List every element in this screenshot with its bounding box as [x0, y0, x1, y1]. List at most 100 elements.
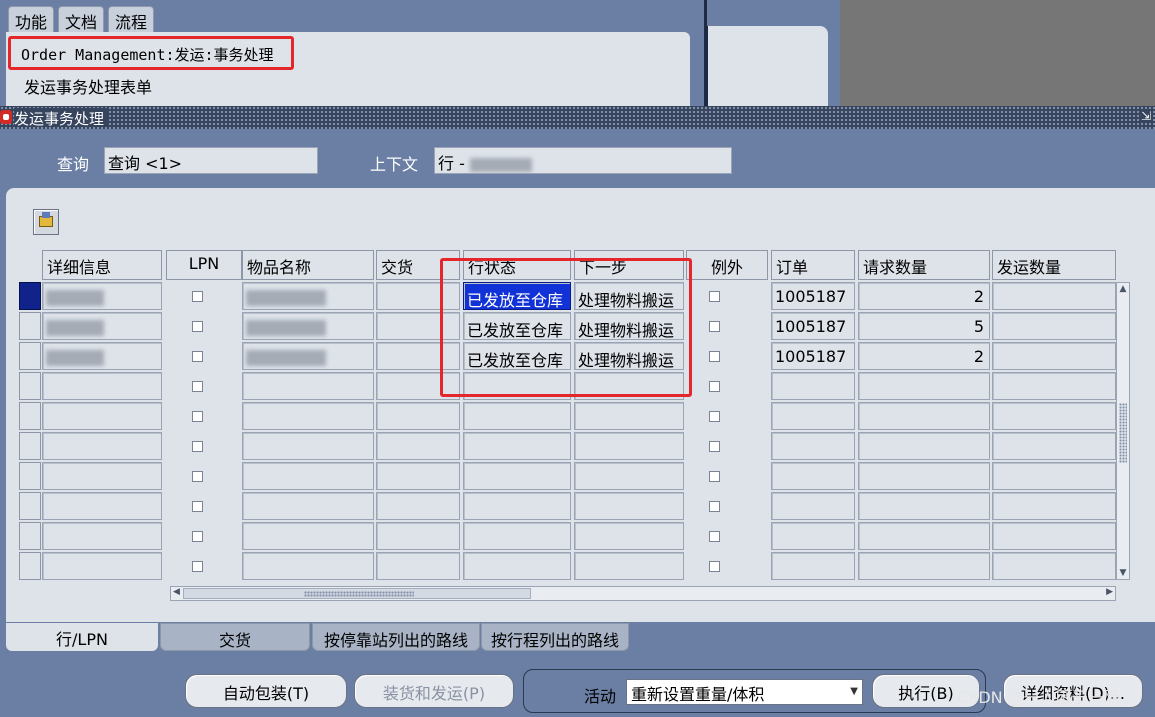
cell-status[interactable] [463, 432, 571, 460]
col-header-exception[interactable]: 例外 [686, 250, 768, 280]
lpn-checkbox[interactable] [192, 501, 203, 512]
resize-icon[interactable]: ⇲ [1140, 109, 1151, 123]
cell-details[interactable] [42, 312, 162, 340]
scroll-right-icon[interactable]: ▶ [1106, 587, 1113, 597]
tab-functions[interactable]: 功能 [8, 6, 55, 32]
exception-checkbox[interactable] [709, 411, 720, 422]
cell-next[interactable] [574, 462, 684, 490]
title-bar[interactable]: 发运事务处理 ⇲ [0, 106, 1155, 129]
row-selector[interactable] [19, 492, 41, 520]
cell-qty[interactable]: 5 [858, 312, 990, 340]
open-folder-button[interactable] [33, 209, 59, 235]
cell-qty[interactable] [858, 522, 990, 550]
cell-status[interactable] [463, 552, 571, 580]
cell-qty[interactable] [858, 462, 990, 490]
row-selector[interactable] [19, 462, 41, 490]
cell-delivery[interactable] [376, 432, 460, 460]
cell-next[interactable] [574, 522, 684, 550]
vertical-scrollbar[interactable]: ▲ ▼ [1116, 282, 1130, 580]
lpn-checkbox[interactable] [192, 291, 203, 302]
tab-route-by-stop[interactable]: 按停靠站列出的路线 [312, 623, 480, 651]
cell-shipqty[interactable] [992, 492, 1116, 520]
cell-shipqty[interactable] [992, 402, 1116, 430]
exception-checkbox[interactable] [709, 291, 720, 302]
context-field[interactable]: 行 - [434, 147, 732, 174]
exception-checkbox[interactable] [709, 381, 720, 392]
tab-route-by-trip[interactable]: 按行程列出的路线 [481, 623, 629, 651]
cell-qty[interactable]: 2 [858, 282, 990, 310]
cell-order[interactable]: 1005187 [771, 282, 855, 310]
cell-status[interactable] [463, 492, 571, 520]
cell-details[interactable] [42, 522, 162, 550]
col-header-order[interactable]: 订单 [771, 250, 855, 280]
lpn-checkbox[interactable] [192, 381, 203, 392]
cell-shipqty[interactable] [992, 342, 1116, 370]
exception-checkbox[interactable] [709, 561, 720, 572]
exception-checkbox[interactable] [709, 471, 720, 482]
tab-delivery[interactable]: 交货 [160, 623, 310, 651]
exception-checkbox[interactable] [709, 531, 720, 542]
cell-item[interactable] [242, 432, 374, 460]
col-header-details[interactable]: 详细信息 [42, 250, 162, 280]
cell-shipqty[interactable] [992, 552, 1116, 580]
cell-item[interactable] [242, 492, 374, 520]
cell-status[interactable] [463, 402, 571, 430]
scroll-up-icon[interactable]: ▲ [1118, 284, 1128, 294]
lpn-checkbox[interactable] [192, 351, 203, 362]
tab-lines-lpn[interactable]: 行/LPN [6, 623, 158, 651]
cell-item[interactable] [242, 282, 374, 310]
cell-details[interactable] [42, 342, 162, 370]
cell-details[interactable] [42, 432, 162, 460]
row-selector[interactable] [19, 402, 41, 430]
row-selector[interactable] [19, 372, 41, 400]
horizontal-scrollbar[interactable]: ◀ ▶ [170, 586, 1116, 601]
cell-order[interactable] [771, 402, 855, 430]
exception-checkbox[interactable] [709, 351, 720, 362]
cell-next[interactable] [574, 402, 684, 430]
row-selector[interactable] [19, 312, 41, 340]
cell-order[interactable]: 1005187 [771, 312, 855, 340]
cell-item[interactable] [242, 462, 374, 490]
lpn-checkbox[interactable] [192, 411, 203, 422]
cell-qty[interactable] [858, 432, 990, 460]
cell-item[interactable] [242, 402, 374, 430]
cell-item[interactable] [242, 522, 374, 550]
function-item-shipping-transactions[interactable]: Order Management:发运:事务处理 [8, 36, 294, 70]
row-selector[interactable] [19, 552, 41, 580]
cell-order[interactable] [771, 462, 855, 490]
cell-qty[interactable]: 2 [858, 342, 990, 370]
cell-item[interactable] [242, 552, 374, 580]
col-header-shipped-qty[interactable]: 发运数量 [992, 250, 1116, 280]
cell-next[interactable] [574, 492, 684, 520]
tab-documents[interactable]: 文档 [58, 6, 105, 32]
cell-order[interactable] [771, 522, 855, 550]
col-header-requested-qty[interactable]: 请求数量 [858, 250, 990, 280]
cell-details[interactable] [42, 402, 162, 430]
exception-checkbox[interactable] [709, 321, 720, 332]
lpn-checkbox[interactable] [192, 441, 203, 452]
lpn-checkbox[interactable] [192, 471, 203, 482]
col-header-lpn[interactable]: LPN [166, 250, 242, 280]
cell-shipqty[interactable] [992, 462, 1116, 490]
cell-order[interactable] [771, 492, 855, 520]
cell-order[interactable] [771, 432, 855, 460]
lpn-checkbox[interactable] [192, 531, 203, 542]
cell-status[interactable] [463, 462, 571, 490]
cell-qty[interactable] [858, 402, 990, 430]
activity-select[interactable]: 重新设置重量/体积 ▼ [626, 679, 863, 705]
cell-qty[interactable] [858, 372, 990, 400]
cell-shipqty[interactable] [992, 372, 1116, 400]
cell-status[interactable] [463, 522, 571, 550]
horizontal-scroll-thumb[interactable] [183, 588, 531, 599]
row-selector[interactable] [19, 432, 41, 460]
cell-order[interactable] [771, 372, 855, 400]
scroll-left-icon[interactable]: ◀ [173, 587, 180, 597]
lpn-checkbox[interactable] [192, 321, 203, 332]
chevron-down-icon[interactable]: ▼ [850, 686, 858, 697]
tab-processes[interactable]: 流程 [108, 6, 155, 32]
cell-order[interactable]: 1005187 [771, 342, 855, 370]
cell-delivery[interactable] [376, 402, 460, 430]
cell-delivery[interactable] [376, 522, 460, 550]
cell-shipqty[interactable] [992, 282, 1116, 310]
cell-shipqty[interactable] [992, 432, 1116, 460]
